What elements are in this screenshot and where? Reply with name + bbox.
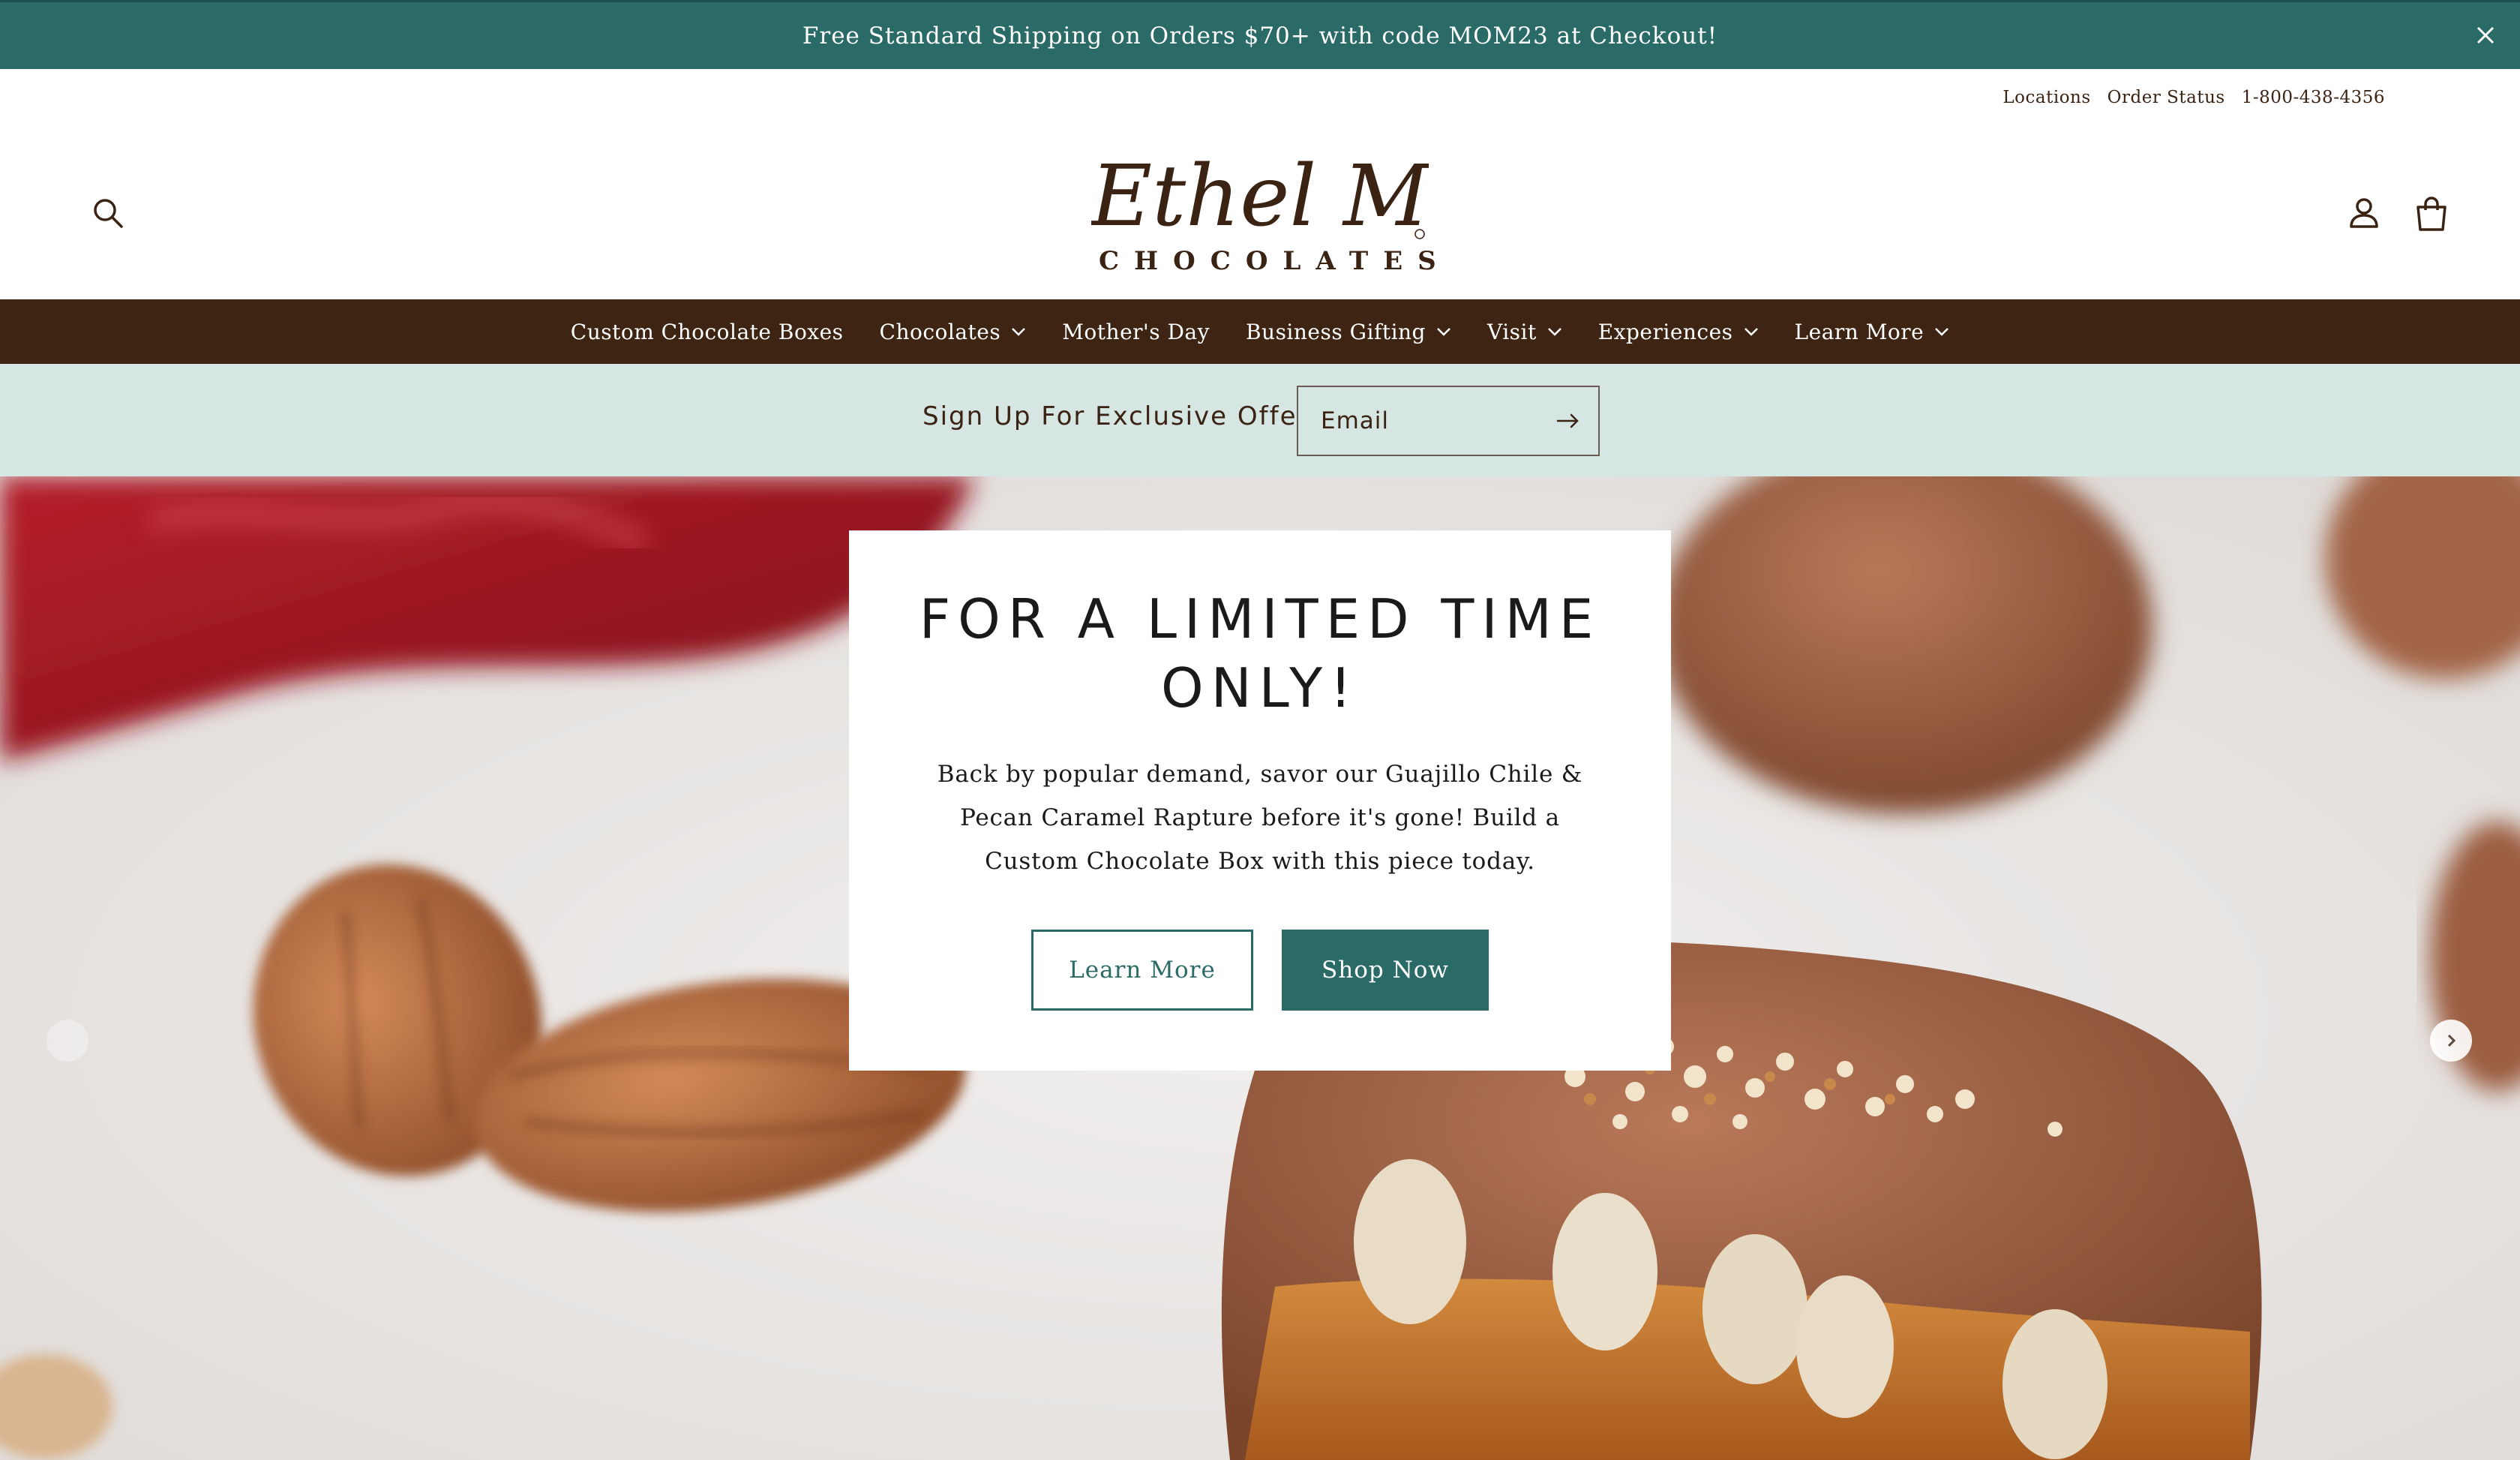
cart-icon[interactable] <box>2410 194 2452 236</box>
account-icon[interactable] <box>2344 194 2384 233</box>
chevron-down-icon <box>1012 328 1026 336</box>
learn-more-button[interactable]: Learn More <box>1031 930 1253 1011</box>
signup-label: Sign Up For Exclusive Offers <box>922 401 1324 431</box>
nav-item-label: Experiences <box>1598 319 1733 344</box>
order-status-link[interactable]: Order Status <box>2108 88 2225 107</box>
phone-link[interactable]: 1-800-438-4356 <box>2242 88 2385 107</box>
arrow-right-icon[interactable] <box>1553 407 1583 434</box>
hero-banner: FOR A LIMITED TIME ONLY! Back by popular… <box>0 476 2520 1460</box>
nav-item-custom-chocolate-boxes[interactable]: Custom Chocolate Boxes <box>553 299 862 364</box>
close-icon[interactable] <box>2469 19 2502 52</box>
announcement-bar: Free Standard Shipping on Orders $70+ wi… <box>0 0 2520 69</box>
nav-item-experiences[interactable]: Experiences <box>1580 299 1777 364</box>
email-field-wrapper <box>1297 386 1600 456</box>
chevron-down-icon <box>1744 328 1758 336</box>
nav-item-label: Mother's Day <box>1062 319 1210 344</box>
logo[interactable]: Ethel M CHOCOLATES <box>1091 150 1451 281</box>
chevron-left-icon[interactable] <box>46 1020 88 1062</box>
main-nav: Custom Chocolate Boxes Chocolates Mother… <box>0 299 2520 364</box>
search-icon[interactable] <box>88 194 128 233</box>
chevron-down-icon <box>1935 328 1949 336</box>
nav-item-label: Custom Chocolate Boxes <box>570 319 844 344</box>
email-signup-bar: Sign Up For Exclusive Offers <box>0 364 2520 476</box>
nav-item-label: Business Gifting <box>1245 319 1426 344</box>
nav-item-label: Learn More <box>1794 319 1924 344</box>
logo-wordmark: CHOCOLATES <box>1099 246 1451 276</box>
chevron-right-icon[interactable] <box>2430 1020 2472 1062</box>
logo-script-text: Ethel M <box>1091 150 1429 245</box>
nav-item-learn-more[interactable]: Learn More <box>1777 299 1968 364</box>
nav-item-chocolates[interactable]: Chocolates <box>862 299 1045 364</box>
nav-item-mothers-day[interactable]: Mother's Day <box>1044 299 1228 364</box>
chevron-down-icon <box>1437 328 1450 336</box>
nav-item-visit[interactable]: Visit <box>1469 299 1580 364</box>
hero-heading: FOR A LIMITED TIME ONLY! <box>919 587 1601 719</box>
announcement-text: Free Standard Shipping on Orders $70+ wi… <box>802 22 1718 50</box>
hero-card: FOR A LIMITED TIME ONLY! Back by popular… <box>849 530 1671 1071</box>
nav-item-label: Visit <box>1486 319 1537 344</box>
logo-script: Ethel M <box>1091 150 1429 245</box>
nav-item-business-gifting[interactable]: Business Gifting <box>1228 299 1469 364</box>
email-field[interactable] <box>1298 387 1546 455</box>
chevron-down-icon <box>1547 328 1562 336</box>
shop-now-button[interactable]: Shop Now <box>1282 930 1489 1011</box>
hero-description: Back by popular demand, savor our Guajil… <box>937 761 1583 875</box>
utility-links: Locations Order Status 1-800-438-4356 <box>2002 88 2385 107</box>
locations-link[interactable]: Locations <box>2002 88 2090 107</box>
nav-item-label: Chocolates <box>879 319 1001 344</box>
